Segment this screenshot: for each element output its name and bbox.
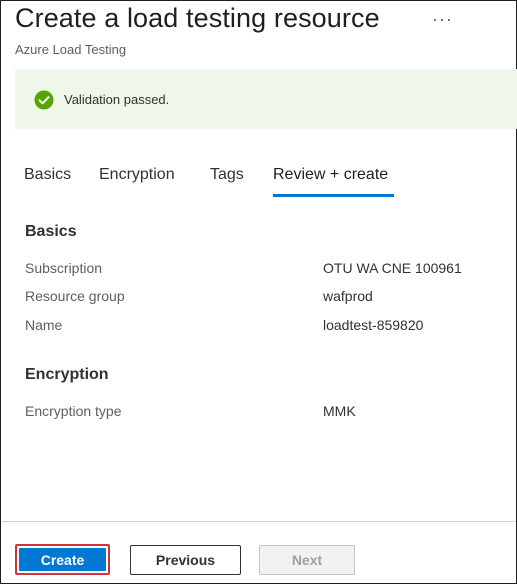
more-options-button[interactable]: ···: [432, 9, 453, 30]
create-button[interactable]: Create: [15, 544, 110, 575]
encryption-type-label: Encryption type: [25, 403, 122, 419]
page-subtitle: Azure Load Testing: [15, 42, 127, 57]
name-label: Name: [25, 317, 63, 333]
tab-tags[interactable]: Tags: [210, 166, 244, 184]
previous-button[interactable]: Previous: [130, 545, 241, 575]
basics-section-heading: Basics: [25, 223, 77, 240]
encryption-section-heading: Encryption: [25, 366, 109, 383]
create-button-label: Create: [19, 548, 106, 571]
next-button[interactable]: Next: [259, 545, 355, 575]
encryption-type-value: MMK: [323, 403, 356, 419]
tab-basics[interactable]: Basics: [24, 166, 71, 184]
create-resource-panel: Create a load testing resource ··· Azure…: [0, 0, 517, 584]
success-check-icon: [34, 90, 54, 110]
subscription-value: OTU WA CNE 100961: [323, 260, 462, 276]
active-tab-indicator: [273, 194, 394, 197]
resource-group-label: Resource group: [25, 288, 125, 304]
name-value: loadtest-859820: [323, 317, 424, 333]
validation-message: Validation passed.: [64, 92, 170, 107]
tab-encryption[interactable]: Encryption: [99, 166, 175, 184]
tab-review-create[interactable]: Review + create: [273, 166, 388, 184]
footer-divider: [2, 521, 516, 522]
subscription-label: Subscription: [25, 260, 103, 276]
page-title: Create a load testing resource: [15, 3, 380, 33]
resource-group-value: wafprod: [323, 288, 373, 304]
